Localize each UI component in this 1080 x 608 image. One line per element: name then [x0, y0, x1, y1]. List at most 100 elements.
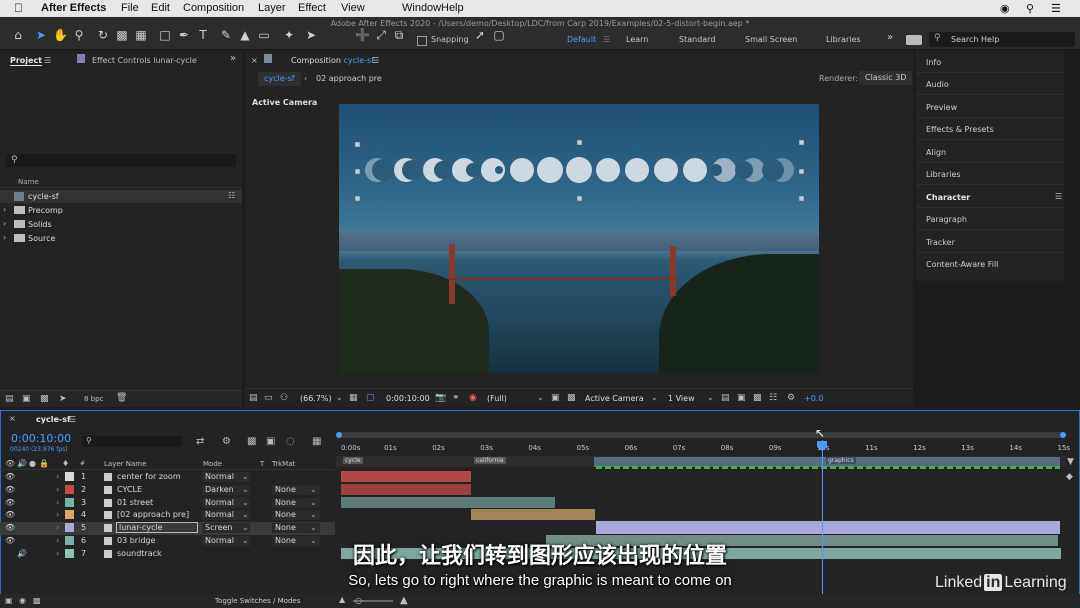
layer-switches-icon[interactable]: ▣ [5, 596, 13, 605]
bit-depth[interactable]: 8 bpc [84, 395, 103, 403]
flowchart-icon[interactable]: ☷ [228, 191, 235, 200]
interpret-footage-icon[interactable]: ▤ [5, 394, 14, 404]
view-layout-select[interactable]: 1 View [668, 394, 695, 403]
roto-brush-icon[interactable]: ✦ [282, 29, 296, 41]
type-tool-icon[interactable]: T [196, 29, 210, 41]
menu-view[interactable]: Window [402, 2, 441, 14]
workspace-learn[interactable]: Learn [626, 35, 648, 44]
pen-tool-icon[interactable]: ✒ [177, 29, 191, 41]
renderer-select[interactable]: Classic 3D [859, 71, 913, 85]
region-icon[interactable]: ▢ [366, 393, 375, 403]
layer-bar-lunar-cycle[interactable] [596, 521, 1060, 534]
quality-select[interactable]: (Full) [487, 394, 507, 403]
sync-icon[interactable] [906, 35, 922, 45]
channel-icon[interactable]: ◉ [469, 393, 477, 403]
render-queue-icon[interactable]: ➤ [59, 394, 67, 404]
quality-dropdown-icon[interactable]: ⌄ [537, 393, 544, 402]
tab-project[interactable]: Project [10, 56, 43, 66]
timeline-icon[interactable]: ▩ [753, 393, 762, 403]
roi-icon[interactable]: ▣ [551, 393, 560, 403]
project-menu-icon[interactable]: ☰ [44, 56, 51, 65]
zoom-out-icon[interactable]: ▲ [339, 595, 345, 604]
layer-row[interactable]: 👁 › 1 center for zoom Normal ⌄ [0, 471, 335, 484]
panel-info[interactable]: Info [916, 51, 1064, 73]
work-area-start-handle[interactable] [336, 432, 342, 438]
in-out-icon[interactable]: ▩ [33, 596, 41, 605]
expand-arrow-icon[interactable]: › [56, 510, 59, 519]
menu-file[interactable]: File [121, 2, 139, 14]
label-color-swatch[interactable] [65, 510, 74, 520]
menu-animation[interactable]: View [341, 2, 365, 14]
label-icon[interactable]: ♦ [62, 459, 69, 468]
menu-layer[interactable]: Layer [258, 2, 286, 14]
col-mode[interactable]: Mode [203, 460, 222, 468]
timeline-timecode[interactable]: 0:00:10:00 [11, 432, 71, 445]
flowchart-icon[interactable]: ☷ [769, 393, 777, 403]
new-comp-icon[interactable]: ▩ [40, 394, 49, 404]
frame-blending-icon[interactable]: ▣ [266, 436, 275, 447]
col-name[interactable]: Name [18, 178, 39, 186]
marker-california[interactable]: california [474, 457, 506, 464]
mode-dropdown-icon[interactable]: ⌄ [242, 472, 249, 481]
shy-icon[interactable]: ▩ [247, 436, 256, 447]
video-switch-icon[interactable]: 👁 [5, 459, 15, 468]
workspace-standard[interactable]: Standard [679, 35, 715, 44]
trkmat-dropdown-icon[interactable]: ⌄ [310, 498, 317, 507]
workspace-small-screen[interactable]: Small Screen [745, 35, 797, 44]
magnification-icon[interactable]: ▤ [249, 393, 258, 403]
current-time[interactable]: 0:00:10:00 [386, 394, 430, 403]
col-trkmat[interactable]: TrkMat [272, 460, 295, 468]
tab-timeline[interactable]: cycle-sf [36, 415, 70, 424]
col-t[interactable]: T [260, 460, 264, 468]
layer-name[interactable]: center for zoom [117, 472, 181, 481]
layer-name[interactable]: [02 approach pre] [117, 510, 189, 519]
work-area-end-handle[interactable] [1060, 432, 1066, 438]
project-item-source[interactable]: › Source [0, 232, 242, 245]
layer-bar-cycle[interactable] [341, 484, 471, 495]
expand-arrow-icon[interactable]: › [3, 219, 6, 228]
visibility-icon[interactable]: 👁 [5, 498, 15, 507]
zoom-dropdown-icon[interactable]: ⌄ [336, 393, 343, 402]
panel-align[interactable]: Align [916, 141, 1064, 163]
expand-arrow-icon[interactable]: › [56, 485, 59, 494]
rectangle-tool-icon[interactable]: □ [158, 29, 172, 41]
visibility-icon[interactable]: 👁 [5, 510, 15, 519]
snap-option2-icon[interactable]: ▢ [492, 29, 506, 41]
panel-effects-presets[interactable]: Effects & Presets [916, 118, 1064, 140]
menu-edit[interactable]: Edit [151, 2, 170, 14]
project-item-cycle-sf[interactable]: cycle-sf ☷ [0, 190, 242, 203]
panel-audio[interactable]: Audio [916, 73, 1064, 95]
zoom-select[interactable]: (66.7%) [300, 394, 332, 403]
snapshot-icon[interactable]: 📷 [435, 393, 446, 403]
project-search-input[interactable]: ⚲ [6, 154, 236, 167]
preview-icon[interactable]: ▭ [264, 393, 273, 403]
workspace-libraries[interactable]: Libraries [826, 35, 861, 44]
comp-mini-flowchart-icon[interactable]: ⇄ [196, 436, 204, 447]
col-layer-name[interactable]: Layer Name [104, 460, 146, 468]
new-folder-icon[interactable]: ▣ [22, 394, 31, 404]
world-axis-icon[interactable]: ⤢ [374, 29, 388, 41]
brush-tool-icon[interactable]: ✎ [219, 29, 233, 41]
label-color-swatch[interactable] [65, 497, 74, 507]
layer-row[interactable]: 👁 › 5 lunar-cycle Screen ⌄ None ⌄ [0, 522, 335, 536]
panel-tracker[interactable]: Tracker [916, 231, 1064, 253]
trkmat-dropdown-icon[interactable]: ⌄ [310, 485, 317, 494]
tab-effect-controls[interactable]: Effect Controls lunar-cycle [92, 56, 197, 65]
snapping-checkbox[interactable] [417, 36, 427, 46]
tab-composition[interactable]: Composition cycle-sf [291, 56, 374, 65]
home-icon[interactable]: ⌂ [11, 29, 25, 41]
visibility-icon[interactable]: 👁 [5, 485, 15, 494]
camera-select[interactable]: Active Camera [585, 394, 644, 403]
lock-icon[interactable] [264, 54, 272, 63]
breadcrumb-cycle-sf[interactable]: cycle-sf [258, 72, 301, 86]
expand-arrow-icon[interactable]: › [3, 205, 6, 214]
mode-dropdown-icon[interactable]: ⌄ [242, 485, 249, 494]
close-tab-icon[interactable]: × [251, 56, 258, 65]
expand-arrow-icon[interactable]: › [56, 498, 59, 507]
pan-behind-icon[interactable]: ▦ [134, 29, 148, 41]
search-help-field[interactable]: ⚲ Search Help [929, 32, 1075, 47]
layer-row[interactable]: 👁 › 2 CYCLE Darken ⌄ None ⌄ [0, 484, 335, 497]
layer-bar-center-for-zoom[interactable] [341, 471, 471, 482]
zoom-tool-icon[interactable]: ⚲ [72, 29, 86, 41]
trkmat-dropdown-icon[interactable]: ⌄ [310, 510, 317, 519]
